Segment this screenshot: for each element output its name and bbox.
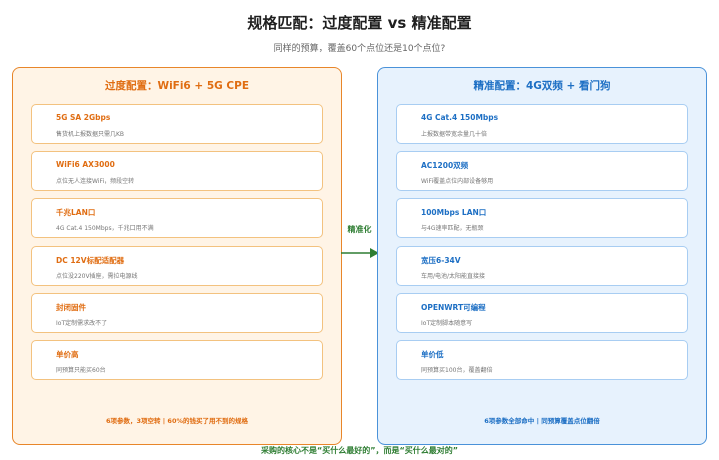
card-desc: 售货机上报数据只需几KB [56, 131, 125, 138]
over-config-card: 单价高 同预算只能买60台 [31, 340, 323, 380]
card-desc: 同预算只能买60台 [56, 367, 106, 374]
over-config-summary: 6项参数，3项空转 | 60%的钱买了用不到的规格 [105, 417, 248, 425]
card-desc: WiFi覆盖点位内部设备够用 [421, 178, 494, 185]
card-title: 单价低 [421, 350, 444, 359]
precise-config-card: 宽压6-34V 车用/电池/太阳能直接接 [396, 246, 688, 286]
over-config-card: WiFi6 AX3000 点位无人连接WiFi，频段空转 [31, 151, 323, 191]
card-desc: 点位没220V插座，需拉电源线 [56, 273, 138, 280]
card-title: OPENWRT可编程 [421, 303, 486, 312]
card-desc: IoT定制需求改不了 [56, 320, 108, 327]
precise-config-title: 精准配置：4G双频 + 看门狗 [473, 80, 611, 92]
over-config-card: 千兆LAN口 4G Cat.4 150Mbps，千兆口用不满 [31, 198, 323, 238]
right-arrow-icon [341, 248, 379, 258]
page-title: 规格匹配：过度配置 vs 精准配置 [247, 14, 472, 32]
card-desc: 上报数据带宽余量几十倍 [421, 131, 488, 138]
card-title: 100Mbps LAN口 [421, 208, 487, 217]
card-desc: IoT定制脚本随意写 [421, 320, 473, 327]
card-desc: 点位无人连接WiFi，频段空转 [56, 178, 135, 185]
over-config-card: DC 12V标配适配器 点位没220V插座，需拉电源线 [31, 246, 323, 286]
card-desc: 4G Cat.4 150Mbps，千兆口用不满 [56, 225, 154, 232]
card-title: 宽压6-34V [421, 256, 461, 265]
connector-label: 精准化 [347, 225, 372, 234]
card-title: DC 12V标配适配器 [56, 256, 125, 265]
card-title: 单价高 [56, 350, 79, 359]
over-config-card: 5G SA 2Gbps 售货机上报数据只需几KB [31, 104, 323, 144]
precise-config-panel: 精准配置：4G双频 + 看门狗 4G Cat.4 150Mbps 上报数据带宽余… [377, 67, 707, 445]
over-config-card: 封闭固件 IoT定制需求改不了 [31, 293, 323, 333]
page-subtitle: 同样的预算，覆盖60个点位还是10个点位? [273, 44, 446, 54]
card-title: WiFi6 AX3000 [56, 160, 115, 169]
over-config-panel: 过度配置：WiFi6 + 5G CPE 5G SA 2Gbps 售货机上报数据只… [12, 67, 342, 445]
card-title: 4G Cat.4 150Mbps [421, 113, 499, 122]
over-config-title: 过度配置：WiFi6 + 5G CPE [104, 80, 250, 92]
card-desc: 车用/电池/太阳能直接接 [421, 273, 486, 280]
precise-config-card: 4G Cat.4 150Mbps 上报数据带宽余量几十倍 [396, 104, 688, 144]
precise-config-card: OPENWRT可编程 IoT定制脚本随意写 [396, 293, 688, 333]
card-title: AC1200双频 [421, 161, 469, 170]
card-title: 5G SA 2Gbps [56, 113, 111, 122]
card-desc: 与4G速率匹配，无瓶颈 [421, 225, 484, 232]
precise-config-card: AC1200双频 WiFi覆盖点位内部设备够用 [396, 151, 688, 191]
precise-config-card: 单价低 同预算买100台，覆盖翻倍 [396, 340, 688, 380]
precise-config-summary: 6项参数全部命中 | 同预算覆盖点位翻倍 [484, 417, 600, 425]
bottom-note: 采购的核心不是“买什么最好的”，而是“买什么最对的” [260, 446, 459, 455]
precise-config-card: 100Mbps LAN口 与4G速率匹配，无瓶颈 [396, 198, 688, 238]
card-title: 封闭固件 [56, 303, 86, 312]
card-title: 千兆LAN口 [56, 208, 96, 217]
card-desc: 同预算买100台，覆盖翻倍 [421, 367, 493, 374]
